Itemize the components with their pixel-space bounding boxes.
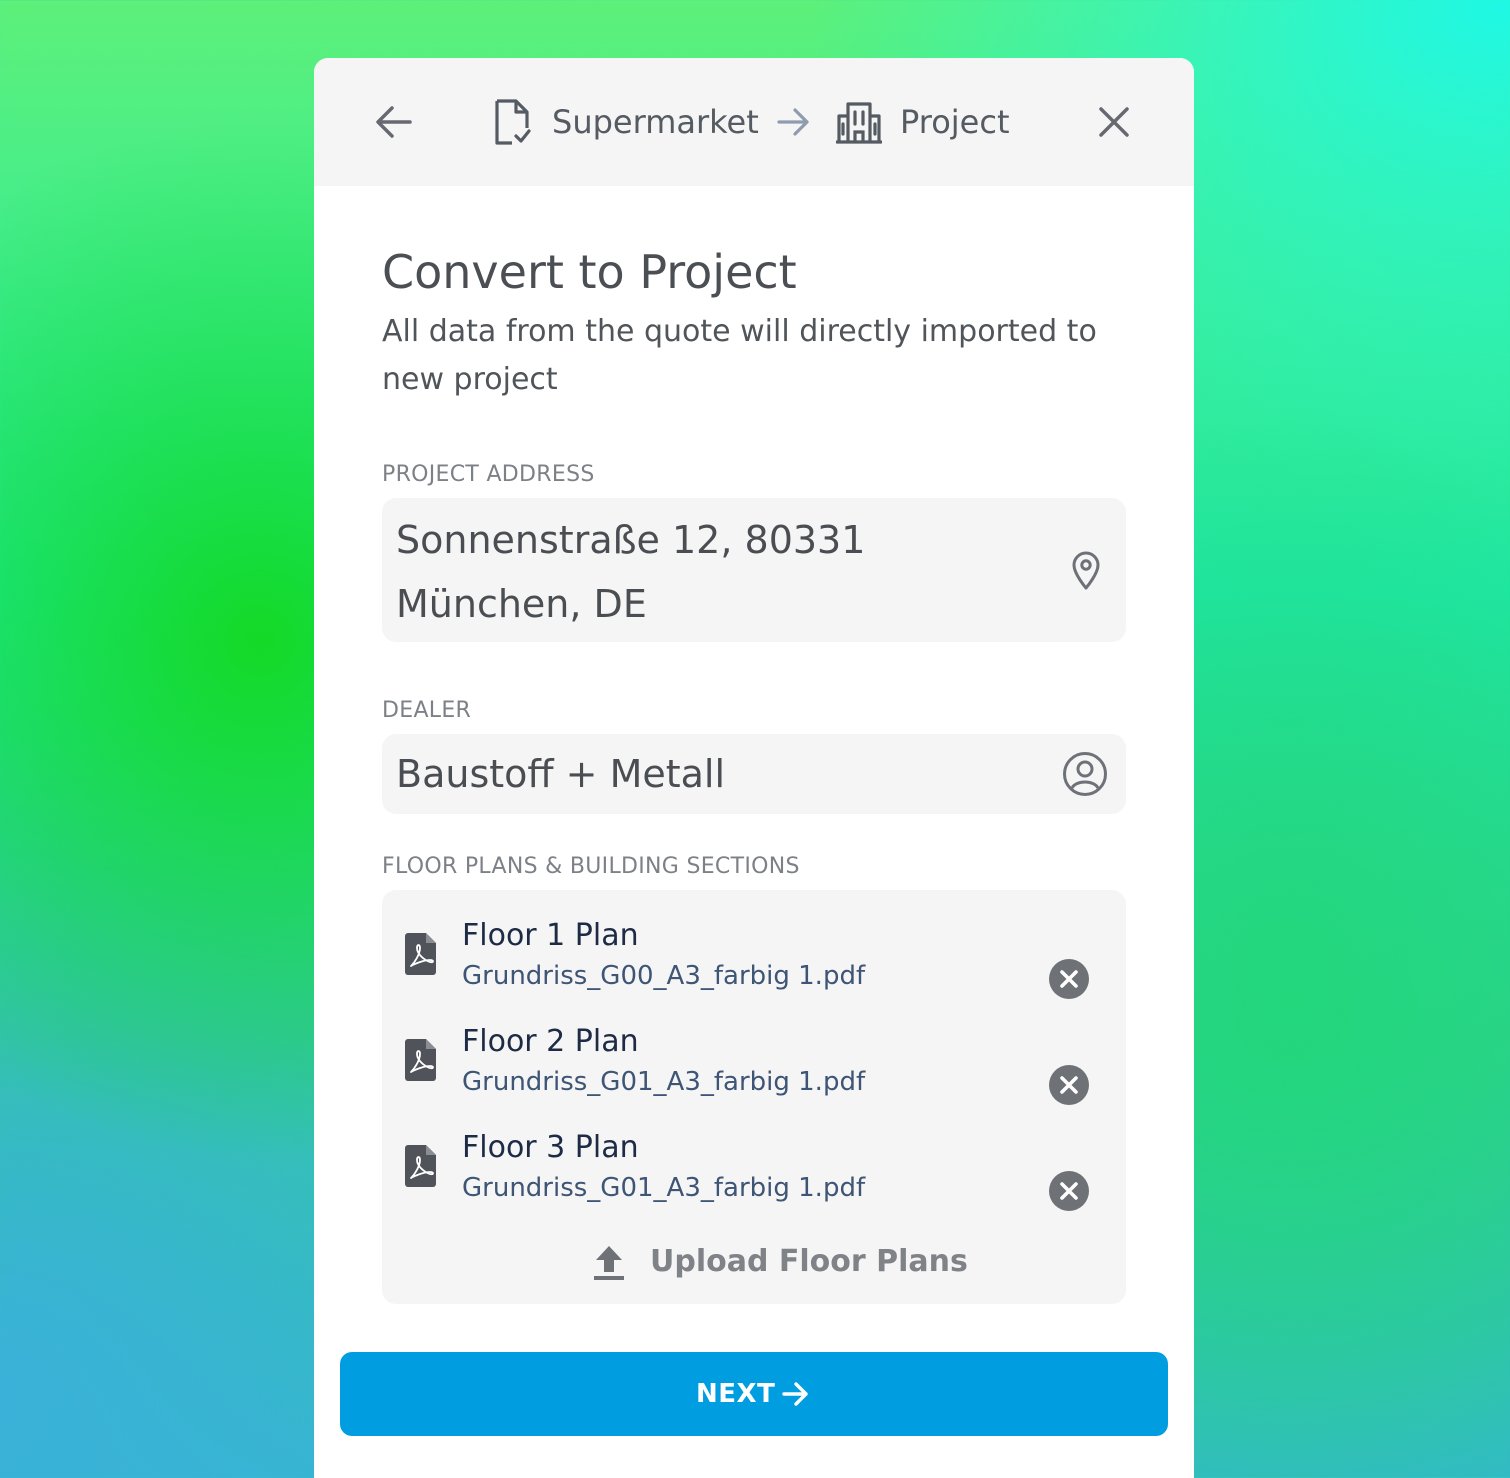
remove-circle-icon[interactable]	[1048, 1064, 1090, 1106]
next-label: NEXT	[696, 1379, 776, 1409]
project-address-label: PROJECT ADDRESS	[382, 462, 595, 487]
floor-plans-list: Floor 1 Plan Grundriss_G00_A3_farbig 1.p…	[382, 890, 1126, 1304]
upload-icon	[594, 1246, 624, 1280]
pdf-icon	[405, 1145, 436, 1187]
next-button[interactable]: NEXT	[340, 1352, 1168, 1436]
file-name: Grundriss_G01_A3_farbig 1.pdf	[462, 1173, 866, 1203]
building-icon	[836, 102, 882, 144]
list-item[interactable]: Floor 3 Plan Grundriss_G01_A3_farbig 1.p…	[382, 1128, 1126, 1224]
floor-plans-label: FLOOR PLANS & BUILDING SECTIONS	[382, 854, 800, 879]
pdf-icon	[405, 933, 436, 975]
list-item[interactable]: Floor 2 Plan Grundriss_G01_A3_farbig 1.p…	[382, 1022, 1126, 1118]
upload-label: Upload Floor Plans	[650, 1244, 968, 1279]
project-address-field[interactable]: Sonnenstraße 12, 80331 München, DE	[382, 498, 1126, 642]
list-item[interactable]: Floor 1 Plan Grundriss_G00_A3_farbig 1.p…	[382, 916, 1126, 1012]
file-title: Floor 1 Plan	[462, 918, 639, 953]
dealer-label: DEALER	[382, 698, 472, 723]
file-title: Floor 2 Plan	[462, 1024, 639, 1059]
breadcrumb-to-label: Project	[900, 103, 1010, 141]
file-name: Grundriss_G00_A3_farbig 1.pdf	[462, 961, 866, 991]
address-line-1: Sonnenstraße 12, 80331	[396, 518, 866, 562]
arrow-right-icon	[782, 1382, 808, 1406]
arrow-left-icon[interactable]	[374, 104, 414, 140]
page-subtitle: All data from the quote will directly im…	[382, 314, 1097, 397]
pdf-icon	[405, 1039, 436, 1081]
map-pin-icon[interactable]	[1070, 550, 1102, 590]
arrow-right-icon	[777, 108, 809, 136]
dialog-header: Supermarket Project	[314, 58, 1194, 186]
file-name: Grundriss_G01_A3_farbig 1.pdf	[462, 1067, 866, 1097]
close-icon[interactable]	[1098, 106, 1130, 138]
remove-circle-icon[interactable]	[1048, 958, 1090, 1000]
convert-dialog: Supermarket Project Convert to Project A…	[314, 58, 1194, 1478]
dealer-field[interactable]: Baustoff + Metall	[382, 734, 1126, 814]
document-check-icon	[495, 99, 531, 145]
address-line-2: München, DE	[396, 582, 647, 626]
dealer-value: Baustoff + Metall	[396, 752, 726, 796]
upload-floor-plans-button[interactable]: Upload Floor Plans	[382, 1230, 1126, 1294]
user-circle-icon[interactable]	[1062, 751, 1108, 797]
remove-circle-icon[interactable]	[1048, 1170, 1090, 1212]
page-title: Convert to Project	[382, 245, 797, 299]
breadcrumb-from-label: Supermarket	[552, 103, 759, 141]
file-title: Floor 3 Plan	[462, 1130, 639, 1165]
